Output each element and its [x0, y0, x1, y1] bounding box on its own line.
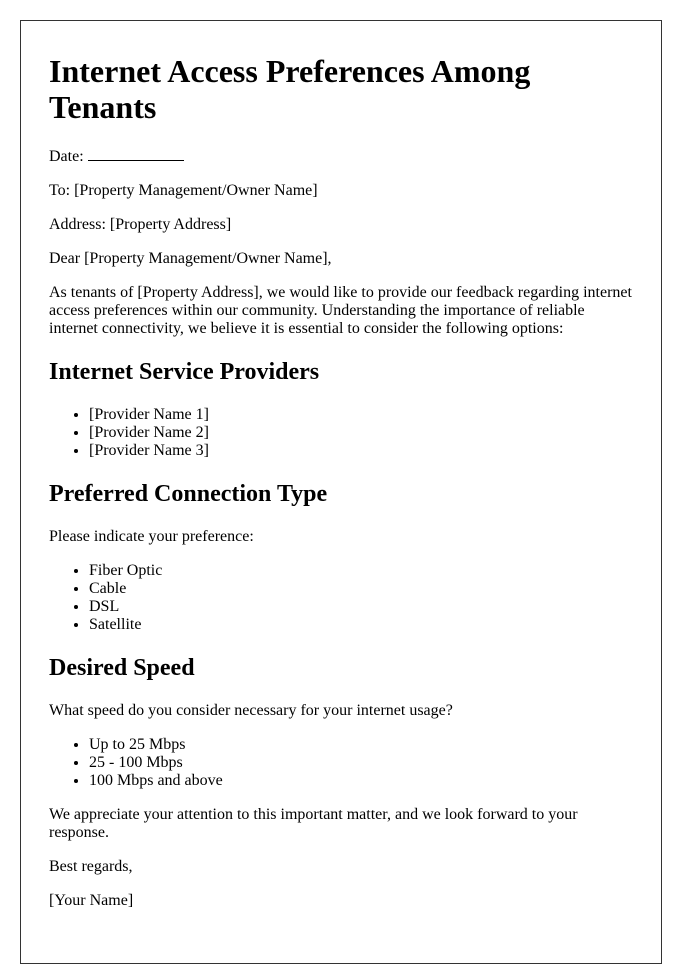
list-item: Satellite — [89, 616, 633, 634]
page-title: Internet Access Preferences Among Tenant… — [49, 53, 531, 125]
signature: [Your Name] — [49, 892, 134, 909]
to-line: To: [Property Management/Owner Name] — [49, 182, 318, 199]
section-heading-providers: Internet Service Providers — [49, 359, 320, 385]
letter: Internet Access Preferences Among Tenant… — [20, 20, 662, 964]
list-item: 25 - 100 Mbps — [89, 754, 633, 772]
provider-list: [Provider Name 1] [Provider Name 2] [Pro… — [49, 406, 633, 460]
list-item: Cable — [89, 580, 633, 598]
salutation: Dear [Property Management/Owner Name], — [49, 250, 332, 267]
section-heading-speed: Desired Speed — [49, 655, 195, 681]
connection-prompt: Please indicate your preference: — [49, 528, 254, 545]
list-item: Up to 25 Mbps — [89, 736, 633, 754]
date-blank — [87, 146, 184, 161]
list-item: [Provider Name 2] — [89, 424, 633, 442]
date-label: Date: — [49, 148, 84, 165]
speed-list: Up to 25 Mbps 25 - 100 Mbps 100 Mbps and… — [49, 736, 633, 790]
list-item: [Provider Name 3] — [89, 442, 633, 460]
connection-type-list: Fiber Optic Cable DSL Satellite — [49, 562, 633, 634]
address-line: Address: [Property Address] — [49, 216, 232, 233]
list-item: 100 Mbps and above — [89, 772, 633, 790]
list-item: [Provider Name 1] — [89, 406, 633, 424]
date-line: Date: — [49, 146, 633, 166]
signoff: Best regards, — [49, 858, 133, 875]
intro-paragraph: As tenants of [Property Address], we wou… — [49, 284, 632, 337]
speed-prompt: What speed do you consider necessary for… — [49, 702, 453, 719]
list-item: Fiber Optic — [89, 562, 633, 580]
list-item: DSL — [89, 598, 633, 616]
closing-paragraph: We appreciate your attention to this imp… — [49, 806, 578, 841]
section-heading-connection-type: Preferred Connection Type — [49, 481, 328, 507]
